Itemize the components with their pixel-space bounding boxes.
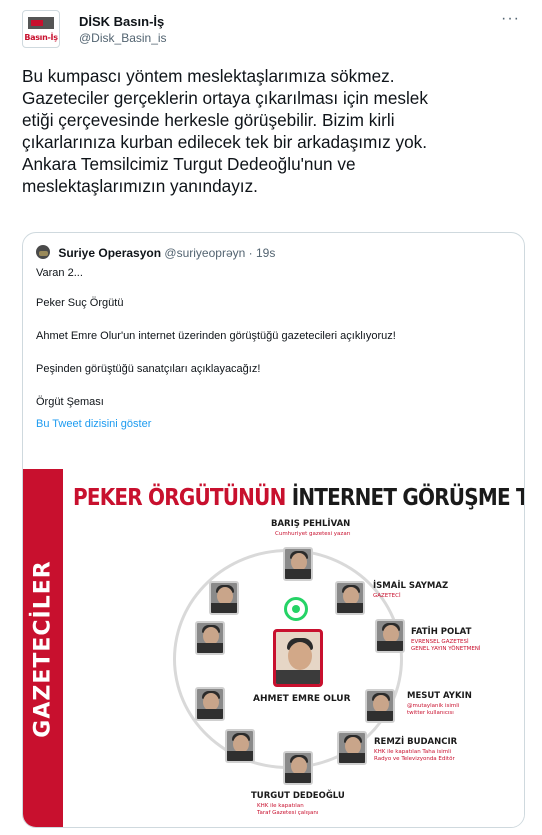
person-name: FATİH POLAT xyxy=(411,627,472,637)
person-name: TURGUT DEDEOĞLU xyxy=(251,791,345,801)
photo-shirt xyxy=(285,569,311,579)
person-photo xyxy=(195,621,225,655)
photo-shirt xyxy=(337,603,363,613)
person-name: İSMAİL SAYMAZ xyxy=(373,581,449,591)
photo-shirt xyxy=(285,773,311,783)
person-photo xyxy=(225,729,255,763)
quote-header: Suriye Operasyon @suriyeoprəyn · 19s xyxy=(36,245,275,261)
person-name: REMZİ BUDANCIR xyxy=(374,737,458,747)
person-photo xyxy=(337,731,367,765)
person-desc: @mutaylanik isimli twitter kullanıcısı xyxy=(407,703,460,716)
quote-line: Varan 2... xyxy=(36,267,83,279)
tweet-header: Basın-İş DİSK Basın-İş @Disk_Basin_is ··… xyxy=(22,10,522,50)
person-desc: EVRENSEL GAZETESİ GENEL YAYIN YÖNETMENİ xyxy=(411,639,481,652)
avatar-logo-text: Basın-İş xyxy=(24,33,58,42)
photo-shirt xyxy=(197,709,223,719)
photo-face xyxy=(288,642,312,670)
graphic-title: PEKER ÖRGÜTÜNÜN İNTERNET GÖRÜŞME TRAFİĞİ xyxy=(73,483,524,511)
title-dark: İNTERNET GÖRÜŞME TRAFİĞİ xyxy=(291,483,524,511)
photo-shirt xyxy=(367,711,393,721)
photo-shirt xyxy=(339,753,365,763)
logo-accent xyxy=(31,20,43,26)
person-desc: KHK ile kapatılan Taha isimli Radyo ve T… xyxy=(374,749,455,762)
person-photo xyxy=(195,687,225,721)
person-desc: KHK ile kapatılan Taraf Gazetesi çalışan… xyxy=(257,803,319,816)
whatsapp-icon xyxy=(284,597,308,621)
photo-shirt xyxy=(197,643,223,653)
show-thread-link[interactable]: Bu Tweet dizisini göster xyxy=(36,418,151,430)
quote-line: Örgüt Şeması xyxy=(36,396,104,408)
quote-author-avatar[interactable] xyxy=(36,245,50,259)
person-name: MESUT AYKIN xyxy=(407,691,472,701)
quote-time: · 19s xyxy=(248,246,276,260)
side-bar: GAZETECİLER xyxy=(23,469,63,827)
author-name[interactable]: DİSK Basın-İş xyxy=(79,14,164,29)
quote-author-handle[interactable]: @suriyeoprəyn xyxy=(164,246,245,260)
person-photo xyxy=(335,581,365,615)
person-desc: GAZETECİ xyxy=(373,593,401,599)
person-photo xyxy=(375,619,405,653)
author-avatar[interactable]: Basın-İş xyxy=(22,10,60,48)
more-icon[interactable]: ··· xyxy=(501,10,520,28)
quoted-tweet[interactable]: Suriye Operasyon @suriyeoprəyn · 19s Var… xyxy=(22,232,525,828)
center-photo xyxy=(273,629,323,687)
person-photo xyxy=(365,689,395,723)
person-name: BARIŞ PEHLİVAN xyxy=(271,519,351,529)
side-label: GAZETECİLER xyxy=(30,560,56,738)
author-handle[interactable]: @Disk_Basin_is xyxy=(79,31,167,45)
person-photo xyxy=(283,751,313,785)
quote-line: Ahmet Emre Olur'un internet üzerinden gö… xyxy=(36,330,396,342)
network-graphic[interactable]: GAZETECİLER PEKER ÖRGÜTÜNÜN İNTERNET GÖR… xyxy=(23,469,524,827)
person-photo xyxy=(209,581,239,615)
person-desc: Cumhuriyet gazetesi yazarı xyxy=(275,531,351,537)
person-photo xyxy=(283,547,313,581)
center-name: AHMET EMRE OLUR xyxy=(253,694,351,704)
quote-line: Peşinden görüştüğü sanatçıları açıklayac… xyxy=(36,363,261,375)
photo-shirt xyxy=(227,751,253,761)
quote-author-name[interactable]: Suriye Operasyon xyxy=(58,246,161,260)
photo-shirt xyxy=(377,641,403,651)
tweet-text: Bu kumpascı yöntem meslektaşlarımıza sök… xyxy=(22,66,428,196)
quote-line: Peker Suç Örgütü xyxy=(36,297,124,309)
photo-shirt xyxy=(211,603,237,613)
photo-shirt xyxy=(276,670,320,684)
title-red: PEKER ÖRGÜTÜNÜN xyxy=(73,483,286,511)
